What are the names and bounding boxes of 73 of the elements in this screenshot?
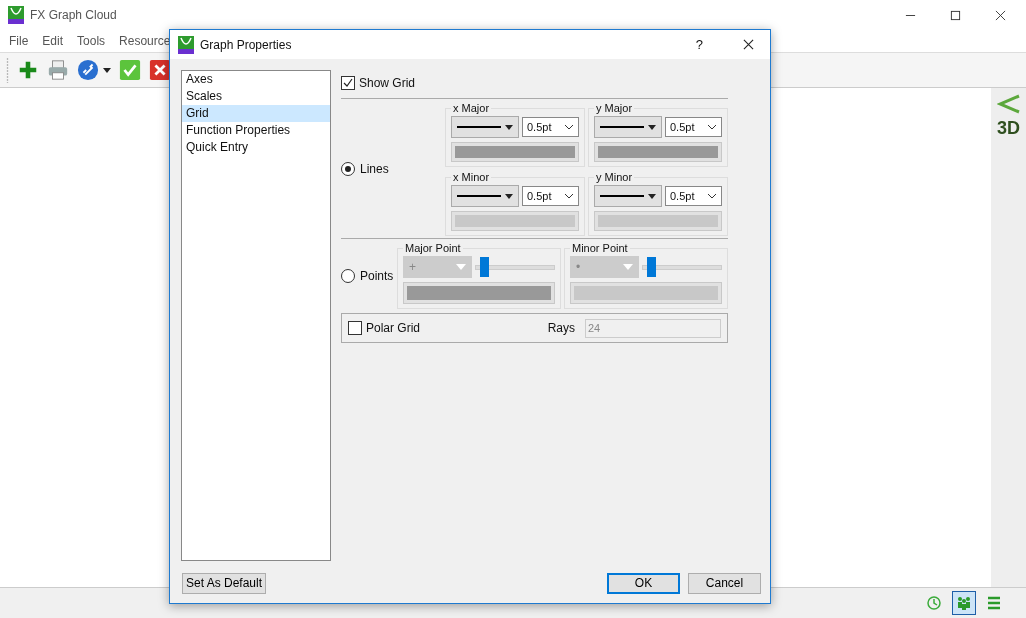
- category-item[interactable]: Quick Entry: [182, 139, 330, 156]
- chevron-down-icon: [707, 124, 717, 130]
- close-icon[interactable]: [995, 9, 1006, 21]
- caret-icon[interactable]: [103, 66, 111, 74]
- group-title: x Major: [452, 102, 491, 114]
- checkbox-label: Polar Grid: [366, 321, 422, 335]
- checkbox[interactable]: [341, 76, 355, 90]
- app-logo-icon: [178, 35, 194, 54]
- slider-thumb[interactable]: [479, 256, 489, 277]
- close-icon[interactable]: [743, 39, 754, 50]
- menu-item[interactable]: Edit: [42, 34, 64, 48]
- clock-icon: [926, 595, 942, 611]
- menu-item[interactable]: File: [9, 34, 29, 48]
- width-dropdown[interactable]: 0.5pt: [522, 186, 579, 206]
- printer-icon[interactable]: [47, 59, 69, 81]
- chevron-down-icon: [707, 193, 717, 199]
- width-dropdown[interactable]: 0.5pt: [665, 186, 722, 206]
- color-swatch[interactable]: [570, 282, 722, 304]
- cancel-button[interactable]: Cancel: [688, 572, 761, 594]
- view-3d-toggle[interactable]: 3D: [997, 118, 1020, 139]
- window-title: FX Graph Cloud: [30, 8, 117, 22]
- color-swatch[interactable]: [403, 282, 555, 304]
- line-style-dropdown[interactable]: [451, 116, 519, 138]
- slider-thumb[interactable]: [646, 256, 656, 277]
- group-title: y Minor: [595, 171, 634, 183]
- color-swatch[interactable]: [594, 142, 722, 162]
- check-icon[interactable]: [119, 59, 141, 81]
- width-dropdown[interactable]: 0.5pt: [522, 117, 579, 137]
- category-item[interactable]: Grid: [182, 105, 330, 122]
- chevron-left-icon[interactable]: [996, 94, 1021, 114]
- app-logo-icon: [8, 6, 24, 24]
- link-icon[interactable]: [77, 59, 99, 81]
- grip-icon: [6, 57, 9, 83]
- maximize-icon[interactable]: [950, 9, 961, 21]
- color-swatch[interactable]: [594, 211, 722, 231]
- radio-label: Points: [360, 268, 394, 283]
- set-default-button[interactable]: Set As Default: [182, 572, 267, 594]
- caret-icon: [648, 123, 656, 131]
- line-style-dropdown[interactable]: [594, 185, 662, 207]
- radio-label: Lines: [360, 162, 389, 176]
- width-dropdown[interactable]: 0.5pt: [665, 117, 722, 137]
- help-button[interactable]: ?: [695, 37, 703, 52]
- chevron-down-icon: [564, 193, 574, 199]
- group-title: Minor Point: [571, 242, 629, 254]
- line-style-dropdown[interactable]: [594, 116, 662, 138]
- radio-button[interactable]: [341, 268, 355, 283]
- caret-icon: [505, 123, 513, 131]
- caret-icon: [456, 264, 466, 270]
- radio-button[interactable]: [341, 162, 355, 176]
- people-button[interactable]: [952, 591, 976, 615]
- checkbox[interactable]: [348, 321, 362, 335]
- dialog-title: Graph Properties: [200, 37, 292, 52]
- caret-icon: [505, 192, 513, 200]
- caret-icon: [623, 264, 633, 270]
- menu-item[interactable]: Tools: [77, 34, 106, 48]
- plus-icon[interactable]: [17, 59, 39, 81]
- checkbox-label: Show Grid: [359, 76, 416, 90]
- color-swatch[interactable]: [451, 211, 579, 231]
- menu-item[interactable]: Resource: [119, 34, 171, 48]
- color-swatch[interactable]: [451, 142, 579, 162]
- ok-button[interactable]: OK: [607, 572, 680, 594]
- category-item[interactable]: Scales: [182, 88, 330, 105]
- category-item[interactable]: Function Properties: [182, 122, 330, 139]
- rays-label: Rays: [547, 321, 575, 335]
- people-icon: [956, 595, 972, 611]
- chevron-down-icon: [564, 124, 574, 130]
- group-title: x Minor: [452, 171, 491, 183]
- caret-icon: [648, 192, 656, 200]
- category-item[interactable]: Axes: [182, 71, 330, 88]
- group-title: y Major: [595, 102, 634, 114]
- line-style-dropdown[interactable]: [451, 185, 519, 207]
- menu-icon: [986, 595, 1002, 611]
- group-title: Major Point: [404, 242, 462, 254]
